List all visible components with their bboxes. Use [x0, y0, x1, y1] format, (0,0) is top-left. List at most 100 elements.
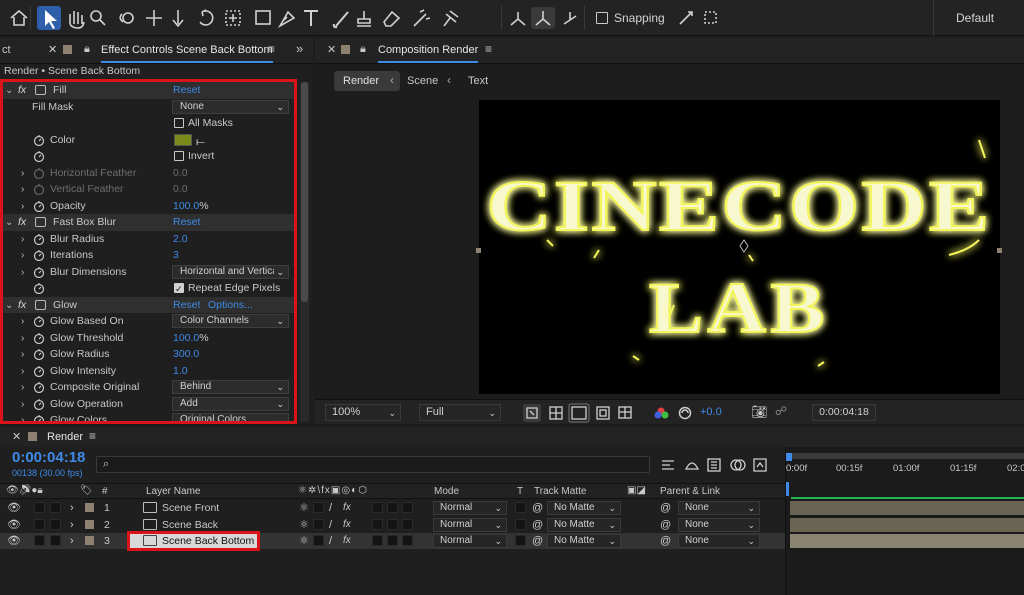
switch-box[interactable] [387, 535, 398, 546]
parent-dropdown[interactable]: None ⌄ [678, 501, 760, 515]
layer-handle-left[interactable] [476, 248, 481, 253]
switch-box[interactable] [402, 502, 413, 513]
playhead[interactable] [786, 482, 789, 496]
preserve-transparency-box[interactable] [515, 502, 526, 513]
lock-switch[interactable] [50, 535, 61, 546]
layer-search-input[interactable]: ⌕ [96, 456, 650, 473]
track-matte-dropdown[interactable]: No Matte ⌄ [547, 517, 621, 532]
switch-box[interactable] [313, 518, 324, 530]
parent-dropdown[interactable]: None ⌄ [678, 517, 760, 532]
twirl-right-icon[interactable]: › [70, 500, 74, 516]
switch-box[interactable] [313, 502, 324, 513]
shy-switch-icon[interactable]: ⚛ [299, 533, 309, 549]
blend-mode-dropdown[interactable]: Normal ⌄ [433, 517, 507, 532]
track-matte-dropdown[interactable]: No Matte ⌄ [547, 534, 621, 548]
switch-box[interactable] [387, 518, 398, 530]
snapping-checkbox[interactable] [596, 12, 608, 24]
magnification-dropdown[interactable]: 100% ⌄ [325, 404, 401, 421]
lock-icon[interactable]: 🔒︎ [360, 43, 366, 56]
label-color-swatch[interactable] [85, 503, 94, 512]
layer-duration-bar[interactable] [790, 517, 1024, 532]
parent-pickwhip-icon[interactable]: @ [660, 533, 671, 549]
lock-switch[interactable] [50, 518, 61, 530]
panel-menu-icon[interactable]: ≡ [89, 429, 96, 443]
col-layer-name[interactable]: Layer Name [146, 486, 200, 497]
timeline-switch-icons[interactable] [658, 455, 778, 475]
pickwhip-icon[interactable]: @ [532, 533, 543, 549]
tab-timeline-render[interactable]: Render [47, 431, 83, 443]
viewer-toggle-icons[interactable] [520, 403, 640, 423]
snapshot-camera-icon[interactable]: 📷︎ [751, 404, 768, 420]
eye-icon[interactable]: 👁︎ [7, 500, 21, 516]
preserve-transparency-box[interactable] [515, 518, 526, 530]
current-time-display[interactable]: 0:00:04:18 [812, 404, 876, 421]
preserve-transparency-box[interactable] [515, 535, 526, 546]
lock-icon[interactable]: 🔒︎ [84, 43, 90, 56]
switch-box[interactable] [372, 518, 383, 530]
quality-switch-icon[interactable]: / [329, 500, 332, 516]
fx-switch-icon[interactable]: fx [343, 517, 351, 533]
layer-name[interactable]: Scene Back Bottom [162, 533, 254, 549]
layer-row-selected[interactable]: 👁︎ › 3 Scene Back Bottom ⚛ / fx Normal ⌄ … [0, 531, 785, 551]
solo-switch[interactable] [34, 502, 45, 513]
exposure-value[interactable]: +0.0 [700, 406, 722, 418]
label-color-swatch[interactable] [85, 519, 94, 529]
quality-switch-icon[interactable]: / [329, 517, 332, 533]
twirl-right-icon[interactable]: › [70, 533, 74, 549]
layer-handle-right[interactable] [997, 248, 1002, 253]
quality-switch-icon[interactable]: / [329, 533, 332, 549]
solo-switch[interactable] [34, 518, 45, 530]
label-color-swatch[interactable] [85, 536, 94, 545]
close-icon[interactable]: ✕ [327, 43, 336, 56]
shy-switch-icon[interactable]: ⚛ [299, 500, 309, 516]
breadcrumb-scene[interactable]: Scene [407, 75, 438, 87]
breadcrumb-render[interactable]: Render ‹ [334, 71, 400, 91]
workspace-switcher[interactable]: Default [956, 11, 994, 25]
switch-box[interactable] [372, 535, 383, 546]
layer-row[interactable]: 👁︎ › 2 Scene Back ⚛ / fx Normal ⌄ @ No Ma… [0, 517, 785, 533]
fx-switch-icon[interactable]: fx [343, 533, 351, 549]
timeline-current-time[interactable]: 0:00:04:18 [12, 449, 85, 466]
work-area-bar[interactable] [788, 453, 1024, 459]
layer-name[interactable]: Scene Front [162, 500, 219, 516]
twirl-right-icon[interactable]: › [70, 517, 74, 533]
parent-pickwhip-icon[interactable]: @ [660, 500, 671, 516]
lock-switch[interactable] [50, 502, 61, 513]
close-icon[interactable]: ✕ [12, 430, 21, 443]
panel-menu-icon[interactable]: ≡ [268, 42, 275, 56]
switch-box[interactable] [402, 535, 413, 546]
work-area-start-handle[interactable] [786, 453, 792, 461]
tab-composition[interactable]: Composition Render [378, 44, 479, 63]
composition-viewer[interactable]: CINECODE LAB [476, 100, 1002, 394]
previous-tab[interactable]: ct [2, 44, 11, 56]
panel-menu-icon[interactable]: ≡ [485, 42, 492, 56]
eye-icon[interactable]: 👁︎ [7, 517, 21, 533]
breadcrumb-text[interactable]: Text [468, 75, 488, 87]
track-matte-dropdown[interactable]: No Matte ⌄ [547, 501, 621, 515]
parent-pickwhip-icon[interactable]: @ [660, 517, 671, 533]
layer-duration-bar[interactable] [790, 501, 1024, 515]
blend-mode-dropdown[interactable]: Normal ⌄ [433, 501, 507, 515]
shy-switch-icon[interactable]: ⚛ [299, 517, 309, 533]
solo-switch[interactable] [34, 535, 45, 546]
pickwhip-icon[interactable]: @ [532, 517, 543, 533]
resolution-dropdown[interactable]: Full ⌄ [419, 404, 501, 421]
switch-box[interactable] [313, 535, 324, 546]
eye-icon[interactable]: 👁︎ [7, 533, 21, 549]
switch-box[interactable] [402, 518, 413, 530]
scrollbar-thumb[interactable] [301, 82, 308, 302]
switch-box[interactable] [387, 502, 398, 513]
layer-number: 2 [104, 518, 110, 531]
tab-effect-controls[interactable]: Effect Controls Scene Back Bottom [101, 44, 273, 63]
close-icon[interactable]: ✕ [48, 43, 57, 56]
parent-dropdown[interactable]: None ⌄ [678, 534, 760, 548]
switch-box[interactable] [372, 502, 383, 513]
expand-panels-icon[interactable]: » [296, 41, 303, 56]
layer-duration-bar-selected[interactable] [790, 534, 1024, 548]
layer-row[interactable]: 👁︎ › 1 Scene Front ⚛ / fx Normal ⌄ @ No M… [0, 500, 785, 516]
scrollbar[interactable] [300, 82, 309, 422]
show-snapshot-icon[interactable]: ☍ [775, 404, 787, 418]
blend-mode-dropdown[interactable]: Normal ⌄ [433, 534, 507, 548]
pickwhip-icon[interactable]: @ [532, 500, 543, 516]
fx-switch-icon[interactable]: fx [343, 500, 351, 516]
